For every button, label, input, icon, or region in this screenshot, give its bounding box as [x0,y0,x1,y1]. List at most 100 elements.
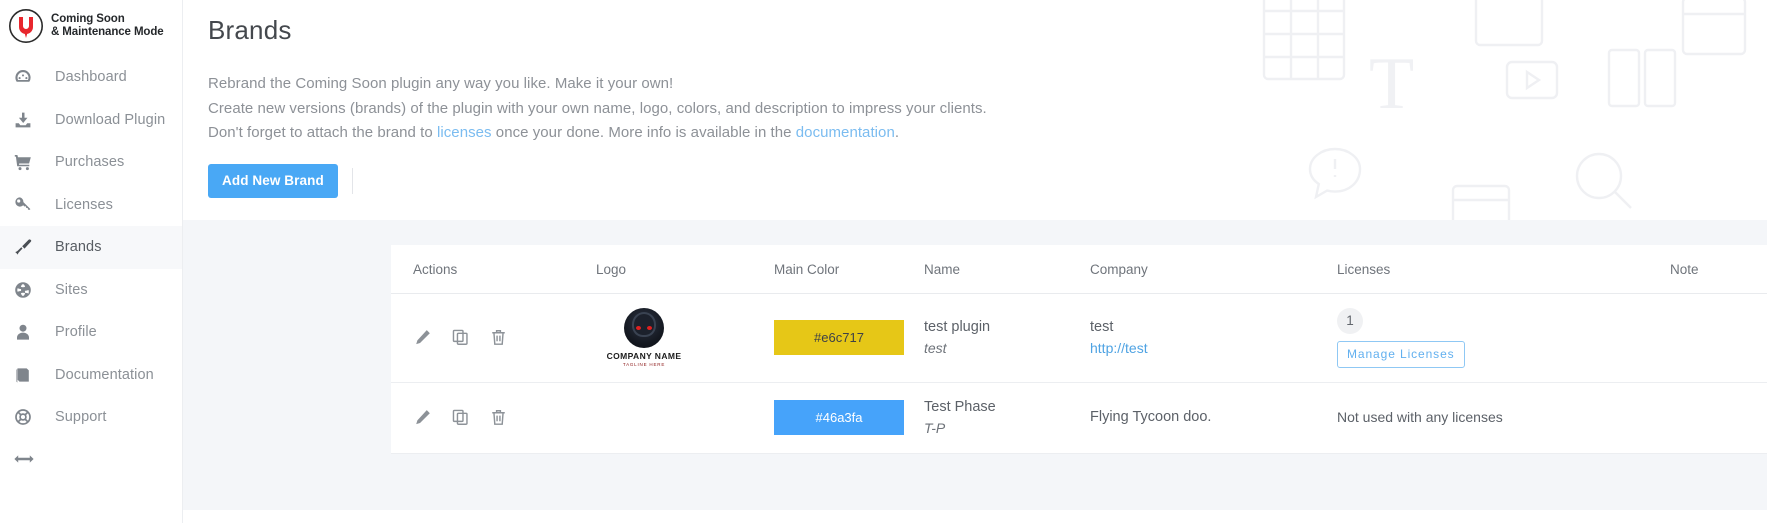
column-header-logo: Logo [596,244,774,294]
cell-logo [596,382,774,454]
documentation-link[interactable]: documentation [796,124,895,141]
sidebar-item-label: Support [55,409,107,426]
page-description: Rebrand the Coming Soon plugin any way y… [208,72,1767,146]
description-line-2: Create new versions (brands) of the plug… [208,99,987,117]
color-swatch: #46a3fa [774,400,904,435]
company-name: Flying Tycoon doo. [1090,409,1212,425]
lifebuoy-icon [13,406,39,428]
brand-name: test plugin [924,318,991,335]
logo-hood-shape [632,312,656,337]
description-line-1: Rebrand the Coming Soon plugin any way y… [208,75,674,92]
arrows-horizontal-icon [13,448,39,470]
download-icon [13,109,39,131]
app-root: Coming Soon & Maintenance Mode Dashboard [0,0,1767,523]
cell-main-color: #46a3fa [774,382,924,454]
description-line-3-mid: once your done. More info is available i… [491,124,796,141]
toolbar-divider [351,167,353,194]
delete-icon[interactable] [489,328,508,347]
sidebar-item-licenses[interactable]: Licenses [0,184,182,227]
cell-actions [391,382,596,454]
brand-line-2: & Maintenance Mode [51,26,164,38]
main-content: T Brands Rebrand the Coming Soon plugin … [183,0,1767,523]
sidebar-item-label: Documentation [55,366,154,383]
sidebar-collapse-toggle[interactable] [0,439,182,479]
edit-icon[interactable] [413,408,432,427]
cell-name: test plugin test [924,293,1090,383]
sidebar: Coming Soon & Maintenance Mode Dashboard [0,0,183,523]
edit-icon[interactable] [413,328,432,347]
globe-icon [13,279,39,301]
cell-licenses: Not used with any licenses [1337,382,1670,454]
table-row: COMPANY NAME TAGLINE HERE #e6c717 test p… [391,293,1767,383]
delete-icon[interactable] [489,408,508,427]
column-header-company: Company [1090,244,1337,294]
sidebar-item-documentation[interactable]: Documentation [0,354,182,397]
description-line-3-end: . [894,124,900,141]
key-icon [13,194,39,216]
sidebar-item-label: Purchases [55,154,125,171]
sidebar-item-label: Brands [55,239,102,256]
company-url-link[interactable]: http://test [1090,338,1148,359]
table-header: Actions Logo Main Color Name Company Lic… [391,244,1767,294]
hooded-figure-logo-icon [624,308,664,348]
sidebar-item-download-plugin[interactable]: Download Plugin [0,99,182,142]
toolbar: Add New Brand [208,163,1767,198]
cell-main-color: #e6c717 [774,293,924,383]
sidebar-item-purchases[interactable]: Purchases [0,141,182,184]
brand-name-sub: test [924,339,947,356]
description-line-3-pre: Don't forget to attach the brand to [208,124,437,141]
coming-soon-logo-icon [8,8,44,44]
row-actions [413,328,596,347]
column-header-note: Note [1670,244,1767,294]
cell-note: test note [1670,293,1767,383]
license-count-badge: 1 [1337,307,1363,334]
column-header-actions: Actions [391,244,596,294]
sidebar-item-label: Dashboard [55,69,127,86]
logo-tagline: TAGLINE HERE [622,362,666,367]
sidebar-item-label: Download Plugin [55,111,166,128]
sidebar-item-label: Profile [55,324,97,341]
gauge-icon [13,66,39,88]
logo-company-name: COMPANY NAME [606,351,682,361]
sidebar-brand-text: Coming Soon & Maintenance Mode [51,13,164,40]
brand-line-1: Coming Soon [51,12,125,25]
company-name: test [1090,318,1114,335]
sidebar-item-label: Sites [55,281,88,298]
user-icon [13,321,39,343]
cell-name: Test Phase T-P [924,382,1090,454]
brand-logo-preview: COMPANY NAME TAGLINE HERE [596,308,692,367]
add-new-brand-button[interactable]: Add New Brand [208,163,338,198]
sidebar-item-dashboard[interactable]: Dashboard [0,56,182,99]
table-body: COMPANY NAME TAGLINE HERE #e6c717 test p… [391,293,1767,454]
logo-eye-right [647,326,652,330]
licenses-link[interactable]: licenses [437,124,492,141]
paintbrush-icon [13,236,39,258]
sidebar-item-sites[interactable]: Sites [0,269,182,312]
duplicate-icon[interactable] [451,328,470,347]
table-header-row: Actions Logo Main Color Name Company Lic… [391,244,1767,294]
cell-actions [391,293,596,383]
column-header-licenses: Licenses [1337,244,1670,294]
book-icon [13,364,39,386]
cell-licenses: 1 Manage Licenses [1337,293,1670,383]
cart-icon [13,151,39,173]
sidebar-nav: Dashboard Download Plugin Purchases Lice… [0,56,182,479]
duplicate-icon[interactable] [451,408,470,427]
brand-name: Test Phase [924,398,996,415]
no-licenses-text: Not used with any licenses [1337,409,1503,425]
sidebar-item-support[interactable]: Support [0,396,182,439]
brands-table: Actions Logo Main Color Name Company Lic… [391,244,1767,454]
sidebar-item-label: Licenses [55,196,114,213]
column-header-main-color: Main Color [774,244,924,294]
table-row: #46a3fa Test Phase T-P Flying Tycoon doo… [391,382,1767,454]
manage-licenses-button[interactable]: Manage Licenses [1337,340,1465,368]
row-actions [413,408,596,427]
brand-name-sub: T-P [924,419,946,436]
page-content: Brands Rebrand the Coming Soon plugin an… [183,0,1767,198]
sidebar-item-profile[interactable]: Profile [0,311,182,354]
sidebar-brand-header: Coming Soon & Maintenance Mode [0,0,182,52]
column-header-name: Name [924,244,1090,294]
sidebar-item-brands[interactable]: Brands [0,226,182,269]
cell-note: n/a [1670,382,1767,454]
description-line-3: Don't forget to attach the brand to lice… [208,121,1767,146]
